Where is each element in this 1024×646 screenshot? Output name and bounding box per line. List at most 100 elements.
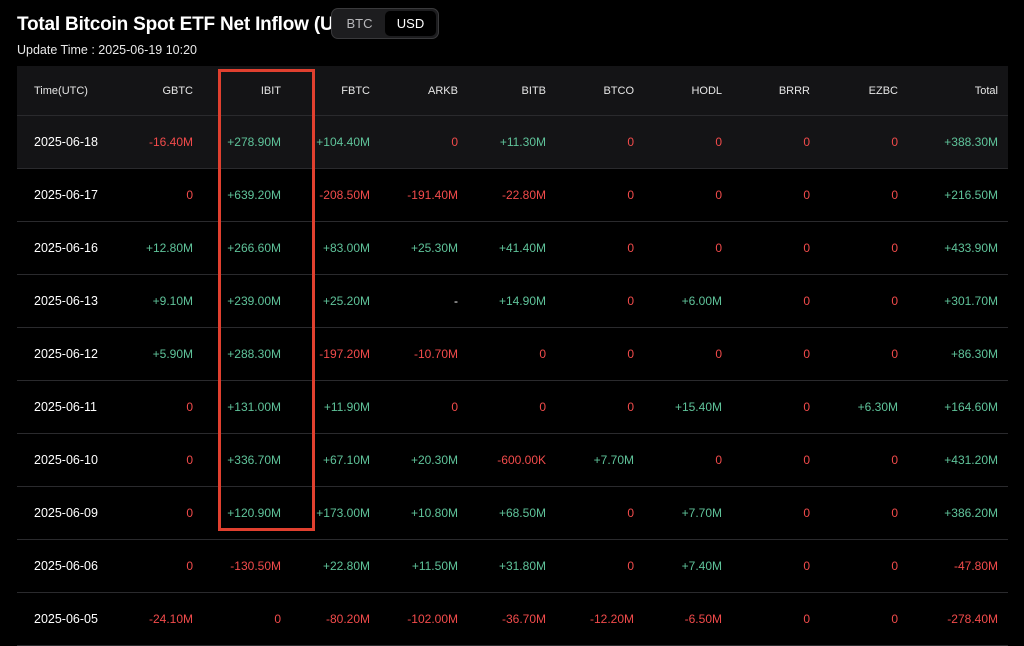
flow-value: - bbox=[454, 294, 458, 308]
flow-value: +67.10M bbox=[322, 453, 370, 467]
flow-value: 0 bbox=[891, 612, 898, 626]
flow-value: -22.80M bbox=[501, 188, 546, 202]
flow-value: +216.50M bbox=[944, 188, 998, 202]
row-date: 2025-06-10 bbox=[34, 453, 98, 467]
flow-value: -47.80M bbox=[953, 559, 998, 573]
row-date: 2025-06-18 bbox=[34, 135, 98, 149]
flow-value: -36.70M bbox=[501, 612, 546, 626]
flow-value: 0 bbox=[715, 347, 722, 361]
row-date: 2025-06-09 bbox=[34, 506, 98, 520]
row-date: 2025-06-06 bbox=[34, 559, 98, 573]
flow-value: 0 bbox=[803, 188, 810, 202]
flow-value: +83.00M bbox=[322, 241, 370, 255]
flow-value: +15.40M bbox=[674, 400, 722, 414]
column-header-time-utc-[interactable]: Time(UTC) bbox=[17, 85, 122, 97]
flow-value: -130.50M bbox=[230, 559, 281, 573]
flow-value: +336.70M bbox=[227, 453, 281, 467]
flow-value: +173.00M bbox=[316, 506, 370, 520]
flow-value: 0 bbox=[627, 347, 634, 361]
column-header-arkb[interactable]: ARKB bbox=[370, 85, 458, 97]
flow-value: 0 bbox=[451, 135, 458, 149]
flow-value: +25.30M bbox=[410, 241, 458, 255]
row-date: 2025-06-13 bbox=[34, 294, 98, 308]
row-date: 2025-06-05 bbox=[34, 612, 98, 626]
flow-value: 0 bbox=[186, 453, 193, 467]
flow-value: 0 bbox=[891, 347, 898, 361]
flow-value: +5.90M bbox=[152, 347, 193, 361]
table-row: 2025-06-09 0 +120.90M +173.00M +10.80M +68.50… bbox=[17, 487, 1008, 540]
etf-flow-table: Time(UTC) GBTC IBIT FBTC ARKB BITB BTCO HODL BRR… bbox=[17, 66, 1008, 646]
flow-value: -80.20M bbox=[325, 612, 370, 626]
flow-value: -102.00M bbox=[407, 612, 458, 626]
flow-value: +288.30M bbox=[227, 347, 281, 361]
table-row: 2025-06-10 0 +336.70M +67.10M +20.30M -600.00… bbox=[17, 434, 1008, 487]
flow-value: +31.80M bbox=[498, 559, 546, 573]
flow-value: -12.20M bbox=[589, 612, 634, 626]
flow-value: 0 bbox=[539, 347, 546, 361]
flow-value: +7.70M bbox=[593, 453, 634, 467]
flow-value: -24.10M bbox=[148, 612, 193, 626]
flow-value: 0 bbox=[627, 506, 634, 520]
column-header-ibit[interactable]: IBIT bbox=[193, 85, 281, 97]
column-header-hodl[interactable]: HODL bbox=[634, 85, 722, 97]
flow-value: +386.20M bbox=[944, 506, 998, 520]
flow-value: 0 bbox=[627, 135, 634, 149]
flow-value: +639.20M bbox=[227, 188, 281, 202]
toggle-btc[interactable]: BTC bbox=[334, 11, 385, 36]
table-row: 2025-06-18 -16.40M +278.90M +104.40M 0 +11.30… bbox=[17, 116, 1008, 169]
flow-value: 0 bbox=[627, 559, 634, 573]
table-row: 2025-06-05 -24.10M 0 -80.20M -102.00M -36.70M… bbox=[17, 593, 1008, 646]
flow-value: +120.90M bbox=[227, 506, 281, 520]
column-header-btco[interactable]: BTCO bbox=[546, 85, 634, 97]
flow-value: +11.30M bbox=[499, 135, 546, 149]
flow-value: +9.10M bbox=[152, 294, 193, 308]
flow-value: 0 bbox=[803, 347, 810, 361]
flow-value: +266.60M bbox=[227, 241, 281, 255]
flow-value: 0 bbox=[715, 241, 722, 255]
row-date: 2025-06-17 bbox=[34, 188, 98, 202]
flow-value: 0 bbox=[803, 453, 810, 467]
flow-value: +301.70M bbox=[944, 294, 998, 308]
row-date: 2025-06-11 bbox=[34, 400, 98, 414]
flow-value: 0 bbox=[891, 188, 898, 202]
flow-value: 0 bbox=[715, 135, 722, 149]
flow-value: 0 bbox=[803, 559, 810, 573]
column-header-brrr[interactable]: BRRR bbox=[722, 85, 810, 97]
column-header-total[interactable]: Total bbox=[898, 85, 998, 97]
flow-value: -16.40M bbox=[148, 135, 193, 149]
flow-value: 0 bbox=[627, 188, 634, 202]
flow-value: +164.60M bbox=[944, 400, 998, 414]
flow-value: 0 bbox=[186, 188, 193, 202]
flow-value: 0 bbox=[891, 453, 898, 467]
column-header-fbtc[interactable]: FBTC bbox=[281, 85, 370, 97]
toggle-usd[interactable]: USD bbox=[385, 11, 436, 36]
flow-value: +86.30M bbox=[950, 347, 998, 361]
flow-value: +7.40M bbox=[681, 559, 722, 573]
flow-value: 0 bbox=[891, 135, 898, 149]
flow-value: +10.80M bbox=[410, 506, 458, 520]
flow-value: +25.20M bbox=[322, 294, 370, 308]
row-date: 2025-06-16 bbox=[34, 241, 98, 255]
flow-value: -191.40M bbox=[407, 188, 458, 202]
flow-value: 0 bbox=[803, 135, 810, 149]
flow-value: 0 bbox=[186, 400, 193, 414]
flow-value: 0 bbox=[715, 453, 722, 467]
flow-value: +131.00M bbox=[227, 400, 281, 414]
flow-value: +11.50M bbox=[411, 559, 458, 573]
flow-value: 0 bbox=[539, 400, 546, 414]
flow-value: +239.00M bbox=[227, 294, 281, 308]
column-header-ezbc[interactable]: EZBC bbox=[810, 85, 898, 97]
flow-value: +22.80M bbox=[322, 559, 370, 573]
flow-value: +104.40M bbox=[316, 135, 370, 149]
flow-value: +7.70M bbox=[681, 506, 722, 520]
table-row: 2025-06-16 +12.80M +266.60M +83.00M +25.30M +… bbox=[17, 222, 1008, 275]
flow-value: +41.40M bbox=[498, 241, 546, 255]
column-header-bitb[interactable]: BITB bbox=[458, 85, 546, 97]
flow-value: 0 bbox=[891, 559, 898, 573]
column-header-gbtc[interactable]: GBTC bbox=[122, 85, 193, 97]
flow-value: -600.00K bbox=[497, 453, 546, 467]
table-header: Time(UTC) GBTC IBIT FBTC ARKB BITB BTCO HODL BRR… bbox=[17, 66, 1008, 116]
table-row: 2025-06-13 +9.10M +239.00M +25.20M - +14.90M 0… bbox=[17, 275, 1008, 328]
flow-value: 0 bbox=[627, 294, 634, 308]
update-time: Update Time : 2025-06-19 10:20 bbox=[17, 43, 197, 57]
